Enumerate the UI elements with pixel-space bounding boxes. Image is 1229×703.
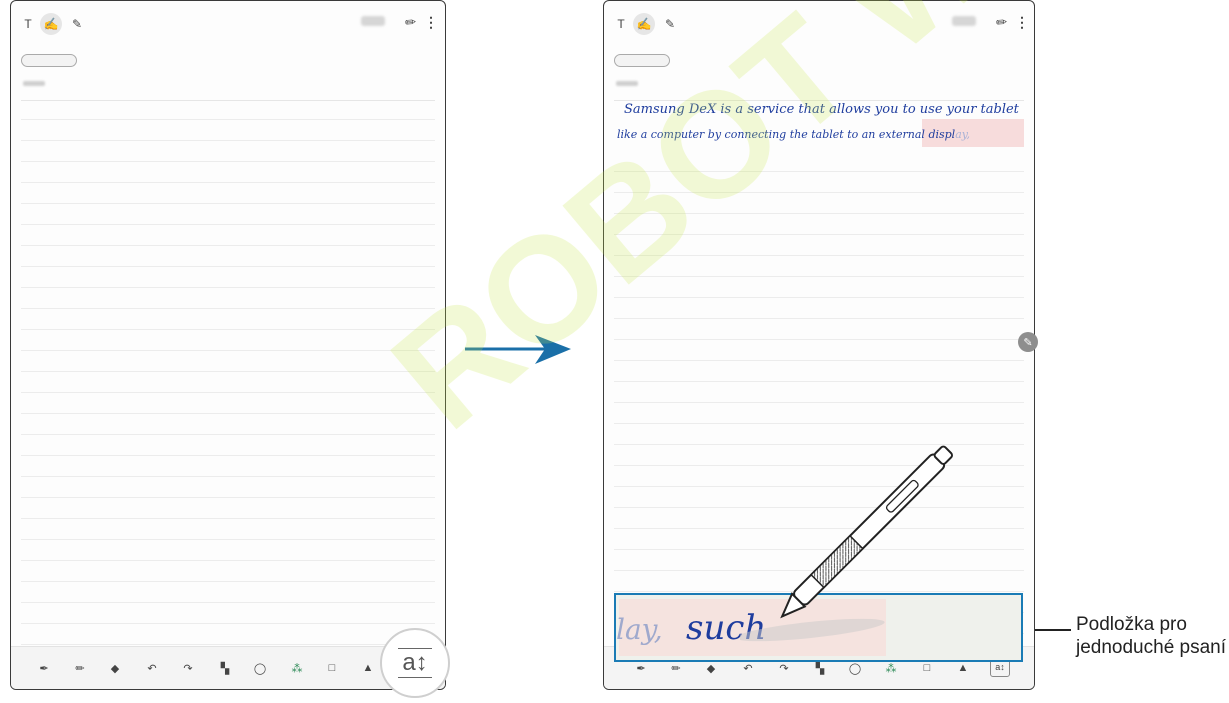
writing-pad-icon: a↕	[398, 648, 432, 678]
caption-leader-line	[1035, 629, 1071, 631]
note-title[interactable]	[616, 81, 638, 86]
attach-icon[interactable]: ✐	[400, 13, 419, 32]
handwriting-line-2-tail: ay,	[955, 128, 971, 141]
redo-icon[interactable]: ↷	[179, 659, 197, 677]
undo-icon[interactable]: ↶	[143, 659, 161, 677]
ruled-writing-area[interactable]	[21, 99, 435, 645]
brush-mode-icon[interactable]: ✎	[66, 13, 88, 35]
pen-mode-icon[interactable]: ✍	[40, 13, 62, 35]
more-options-icon[interactable]: ⋮	[1015, 14, 1029, 31]
s-pen-icon	[740, 445, 953, 642]
text-mode-icon[interactable]: T	[17, 13, 39, 35]
highlighter-icon[interactable]: ✏	[71, 659, 89, 677]
style-icon[interactable]: ▲	[359, 659, 377, 677]
eraser-icon[interactable]: ◆	[106, 659, 124, 677]
text-insert-icon[interactable]: ▚	[216, 659, 234, 677]
writing-pad-zoom-callout[interactable]: a↕	[380, 628, 450, 698]
lasso-icon[interactable]: ◯	[251, 659, 269, 677]
edit-handle-icon[interactable]: ✎	[1018, 332, 1038, 352]
color-icon[interactable]: ⁂	[288, 659, 306, 677]
pad-previous-text: lay,	[616, 613, 663, 646]
more-options-icon[interactable]: ⋮	[424, 14, 438, 31]
shape-icon[interactable]: □	[323, 659, 341, 677]
pen-tool-icon[interactable]: ✒	[35, 659, 53, 677]
brush-mode-icon[interactable]: ✎	[659, 13, 681, 35]
save-button[interactable]	[361, 16, 385, 26]
text-mode-icon[interactable]: T	[610, 13, 632, 35]
pen-mode-icon[interactable]: ✍	[633, 13, 655, 35]
category-selector[interactable]	[21, 54, 77, 67]
note-top-bar: T ✍ ✎ ✐ ⋮	[11, 1, 445, 45]
writing-pad-caption: Podložka pro jednoduché psaní	[1076, 614, 1227, 658]
note-title[interactable]	[23, 81, 45, 86]
category-selector[interactable]	[614, 54, 670, 67]
